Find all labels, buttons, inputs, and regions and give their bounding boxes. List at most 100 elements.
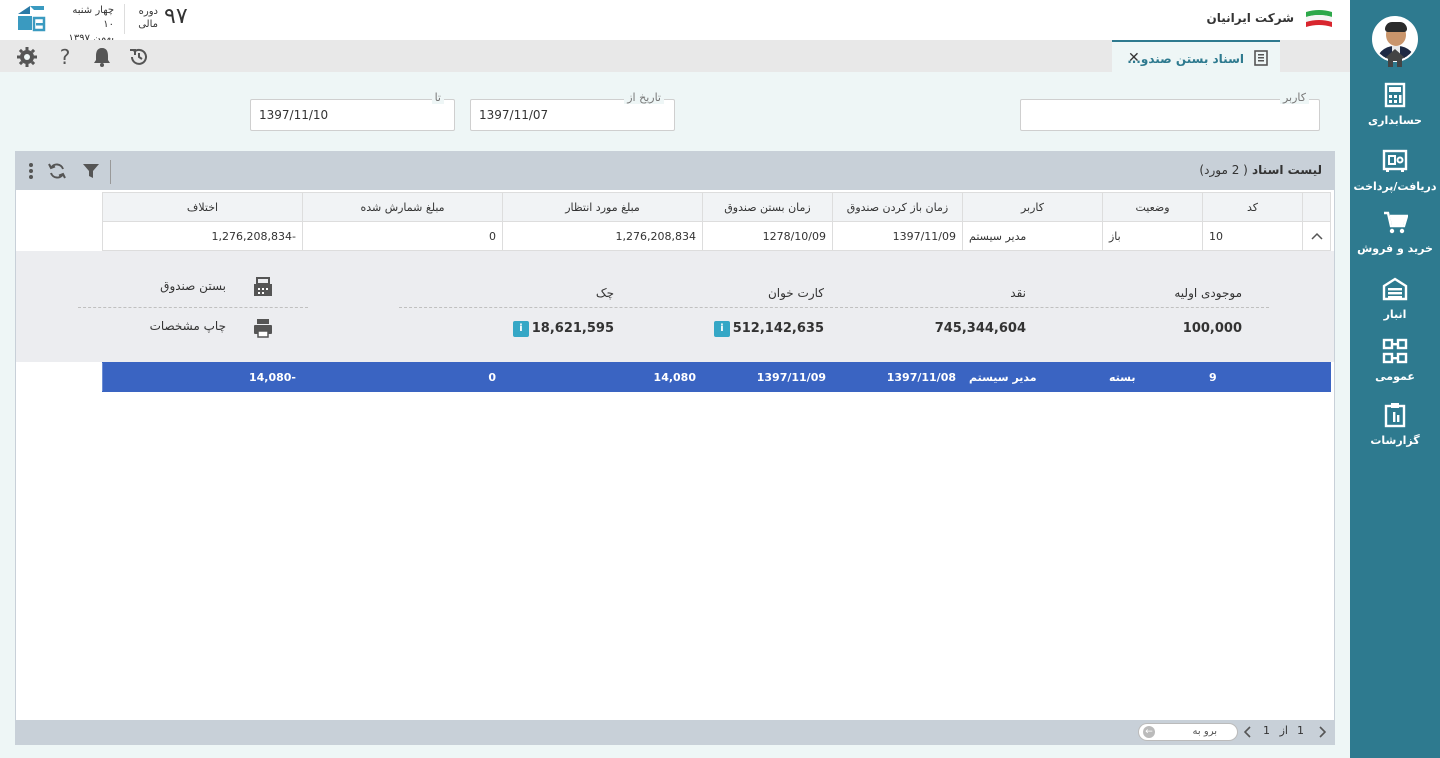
- column-header-counted-amount[interactable]: مبلغ شمارش شده: [302, 192, 503, 222]
- print-details-button[interactable]: چاپ مشخصات: [150, 319, 226, 333]
- cell-difference: -1,276,208,834: [102, 221, 303, 251]
- fiscal-period-value[interactable]: ۹۷: [164, 4, 188, 29]
- cheque-info-icon[interactable]: i: [513, 321, 529, 337]
- app-logo: [18, 6, 46, 32]
- chevron-up-icon: [1310, 232, 1323, 240]
- table-row[interactable]: -1,276,208,834 0 1,276,208,834 1278/10/0…: [102, 221, 1331, 251]
- card-info-icon[interactable]: i: [714, 321, 730, 337]
- expand-row-button[interactable]: [1302, 362, 1331, 392]
- safe-icon: [1382, 149, 1408, 172]
- column-header-expected-amount[interactable]: مبلغ مورد انتظار: [502, 192, 703, 222]
- calculator-icon: [1384, 82, 1406, 108]
- filter-icon[interactable]: [81, 161, 101, 181]
- user-field-label: کاربر: [1279, 91, 1309, 104]
- document-icon: [1254, 50, 1268, 66]
- chevron-right-icon[interactable]: [1318, 726, 1326, 738]
- clipboard-icon: [1384, 403, 1406, 428]
- main-sidebar: حسابداری دریافت/پرداخت خرید و فروش انبار…: [1350, 0, 1440, 758]
- sidebar-item-buy-sell[interactable]: خرید و فروش: [1350, 210, 1440, 255]
- divider: [124, 4, 125, 34]
- card-reader-value: 512,142,635: [732, 321, 824, 336]
- cell-counted-amount: 0: [302, 221, 503, 251]
- grid-title-text: لیست اسناد: [1252, 163, 1322, 177]
- column-header-code[interactable]: کد: [1202, 192, 1303, 222]
- sidebar-item-receipts-payments[interactable]: دریافت/پرداخت: [1350, 148, 1440, 193]
- cell-difference: -14,080: [102, 362, 303, 392]
- divider: [110, 160, 111, 184]
- goto-page-input[interactable]: برو به ←: [1138, 723, 1238, 741]
- cheque-label: چک: [595, 286, 614, 300]
- tab-bar: ✕ اسناد بستن صندو...: [0, 40, 1350, 72]
- arrow-left-icon[interactable]: ←: [1143, 726, 1155, 738]
- user-input[interactable]: [1021, 100, 1319, 130]
- date-line: چهار شنبه ۱۰: [72, 5, 114, 30]
- close-cashbox-button[interactable]: بستن صندوق: [160, 279, 226, 293]
- card-reader-label: کارت خوان: [767, 286, 824, 300]
- goto-page-label: برو به: [1192, 726, 1217, 737]
- user-field[interactable]: کاربر: [1020, 91, 1320, 131]
- documents-grid-panel: لیست اسناد ( 2 مورد) اختلاف مبلغ شمارش ش…: [15, 151, 1335, 745]
- sidebar-item-label: گزارشات: [1370, 434, 1420, 447]
- sidebar-item-label: خرید و فروش: [1357, 242, 1433, 255]
- cell-expected-amount: 1,276,208,834: [502, 221, 703, 251]
- history-icon[interactable]: [128, 46, 150, 68]
- column-header-status[interactable]: وضعیت: [1102, 192, 1203, 222]
- fiscal-period-label: دوره مالی: [134, 5, 158, 31]
- more-vertical-icon[interactable]: [21, 161, 41, 181]
- date-from-field[interactable]: تاریخ از: [470, 91, 675, 131]
- printer-icon[interactable]: [252, 317, 274, 339]
- top-header: چهار شنبه ۱۰ بهمن ۱۳۹۷ دوره مالی ۹۷ شرکت…: [0, 0, 1350, 44]
- expand-column-header: [1302, 192, 1331, 222]
- column-header-open-time[interactable]: زمان باز کردن صندوق: [832, 192, 963, 222]
- cell-counted-amount: 0: [302, 362, 503, 392]
- current-page: 1: [1297, 724, 1304, 737]
- initial-balance-value: 100,000: [1182, 321, 1242, 336]
- cell-user: مدیر سیستم: [962, 362, 1103, 392]
- sidebar-item-reports[interactable]: گزارشات: [1350, 402, 1440, 447]
- column-header-difference[interactable]: اختلاف: [102, 192, 303, 222]
- gear-icon[interactable]: [16, 46, 38, 68]
- cashbox-lock-icon[interactable]: [252, 276, 274, 298]
- refresh-icon[interactable]: [47, 161, 67, 181]
- grid-pager: 1 از 1 برو به ←: [16, 720, 1334, 744]
- column-header-close-time[interactable]: زمان بستن صندوق: [702, 192, 833, 222]
- cell-close-time: 1397/11/09: [702, 362, 833, 392]
- svg-text:?: ?: [60, 46, 71, 68]
- grid-header: اختلاف مبلغ شمارش شده مبلغ مورد انتظار ز…: [102, 192, 1331, 222]
- cart-icon: [1384, 211, 1408, 234]
- sidebar-item-general[interactable]: عمومی: [1350, 338, 1440, 383]
- cell-open-time: 1397/11/09: [832, 221, 963, 251]
- page-of-label: از: [1279, 724, 1288, 737]
- sidebar-item-accounting[interactable]: حسابداری: [1350, 82, 1440, 127]
- sidebar-item-label: انبار: [1383, 308, 1407, 321]
- cell-user: مدیر سیستم: [962, 221, 1103, 251]
- cheque-value: 18,621,595: [531, 321, 614, 336]
- period-label-line: مالی: [138, 19, 158, 30]
- sidebar-item-warehouse[interactable]: انبار: [1350, 276, 1440, 321]
- sidebar-item-label: عمومی: [1375, 370, 1415, 383]
- period-label-line: دوره: [138, 6, 158, 17]
- collapse-row-button[interactable]: [1302, 221, 1331, 251]
- table-row[interactable]: -14,080 0 14,080 1397/11/09 1397/11/08 م…: [102, 362, 1331, 392]
- cell-close-time: 1278/10/09: [702, 221, 833, 251]
- date-to-field[interactable]: تا: [250, 91, 455, 131]
- cell-expected-amount: 14,080: [502, 362, 703, 392]
- iran-flag-icon: [1306, 10, 1332, 27]
- divider: [78, 307, 308, 308]
- home-icon[interactable]: [1384, 48, 1406, 68]
- chevron-left-icon[interactable]: [1244, 726, 1252, 738]
- warehouse-icon: [1382, 277, 1408, 301]
- tab-cashbox-closing-docs[interactable]: ✕ اسناد بستن صندو...: [1112, 40, 1280, 72]
- date-from-input[interactable]: [471, 100, 674, 130]
- sidebar-item-label: دریافت/پرداخت: [1353, 180, 1437, 193]
- cell-open-time: 1397/11/08: [832, 362, 963, 392]
- column-header-user[interactable]: کاربر: [962, 192, 1103, 222]
- sidebar-item-label: حسابداری: [1368, 114, 1422, 127]
- date-to-input[interactable]: [251, 100, 454, 130]
- cell-status: باز: [1102, 221, 1203, 251]
- cell-status: بسته: [1102, 362, 1203, 392]
- help-icon[interactable]: ?: [54, 46, 76, 68]
- bell-icon[interactable]: [91, 46, 113, 68]
- cell-code: 9: [1202, 362, 1303, 392]
- cash-label: نقد: [1010, 286, 1026, 300]
